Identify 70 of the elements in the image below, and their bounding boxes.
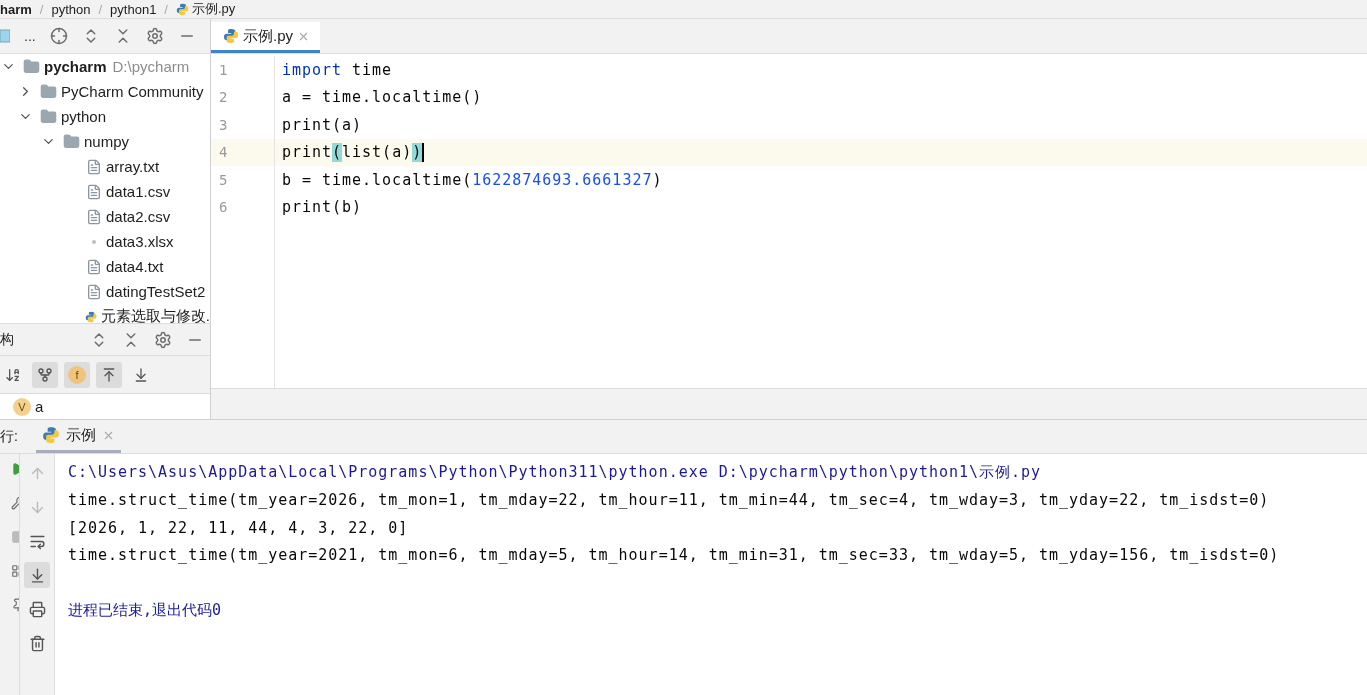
python-file-icon <box>223 28 239 44</box>
code-text: print(list(a)) <box>281 142 425 162</box>
sort-alpha-icon <box>5 366 21 383</box>
dot-icon <box>92 239 96 244</box>
tree-item[interactable]: numpy <box>0 129 210 154</box>
inherited-toggle[interactable] <box>32 361 58 388</box>
tree-item[interactable]: 元素选取与修改. <box>0 304 210 323</box>
settings-icon[interactable] <box>145 27 164 45</box>
code-text: import time <box>281 60 393 79</box>
code-text: b = time.localtime(1622874693.6661327) <box>281 170 663 189</box>
tree-item[interactable]: data1.csv <box>0 179 210 204</box>
line-number: 5 <box>218 171 229 188</box>
tree-item[interactable]: data2.csv <box>0 204 210 229</box>
code-text: print(b) <box>281 198 363 217</box>
path-separator: / <box>98 1 103 17</box>
code-text: a = time.localtime() <box>281 88 483 107</box>
panel-icon <box>0 29 10 43</box>
breadcrumb-item[interactable]: harm <box>0 1 32 17</box>
file-icon <box>86 283 102 300</box>
tree-item[interactable]: python <box>0 104 210 129</box>
file-icon <box>86 158 102 175</box>
file-icon <box>86 208 102 225</box>
arrow-up-icon <box>101 366 117 383</box>
file-icon <box>86 183 102 200</box>
settings-icon[interactable] <box>154 330 172 349</box>
panel-title: 构 <box>0 330 15 349</box>
path-separator: / <box>39 1 44 17</box>
arrow-down-icon <box>133 366 149 383</box>
locate-icon[interactable] <box>49 27 68 45</box>
editor-tab[interactable]: 示例.py <box>211 22 320 53</box>
trash-icon <box>28 634 46 652</box>
path-separator: / <box>164 1 168 17</box>
fork-icon <box>37 366 53 383</box>
folder-icon <box>63 133 80 150</box>
line-number: 3 <box>218 116 229 133</box>
breadcrumb-item[interactable]: python <box>51 1 91 17</box>
panel-title: 行: <box>0 427 18 446</box>
tree-item[interactable]: data3.xlsx <box>0 229 210 254</box>
run-tab[interactable]: 示例 <box>35 420 121 453</box>
tree-item[interactable]: data4.txt <box>0 254 210 279</box>
folder-icon <box>40 108 57 125</box>
python-file-icon <box>176 2 189 16</box>
variable-badge: V <box>13 397 31 416</box>
scroll-end-button[interactable] <box>24 562 50 588</box>
line-number: 4 <box>218 144 229 161</box>
tree-item[interactable]: pycharm D:\pycharm <box>0 54 210 79</box>
path-label: D:\pycharm <box>112 58 190 75</box>
console-line: [2026, 1, 22, 11, 44, 4, 3, 22, 0] <box>68 517 410 539</box>
tree-item[interactable]: array.txt <box>0 154 210 179</box>
up-toggle[interactable] <box>96 361 122 388</box>
console-line: time.struct_time(tm_year=2021, tm_mon=6, tm_mday=5, tm_hour=14, tm_min=31, tm_sec=33, tm_wday=5, tm_yday=156, tm_isdst=0) <box>68 545 1281 567</box>
folder-icon <box>23 58 40 75</box>
folder-icon <box>40 83 57 100</box>
console-line: 进程已结束,退出代码0 <box>68 599 223 621</box>
python-file-icon <box>41 426 60 444</box>
console-line: time.struct_time(tm_year=2026, tm_mon=1, tm_mday=22, tm_hour=11, tm_min=44, tm_sec=4, tm_wday=3, tm_yday=22, tm_isdst=0) <box>68 490 1271 512</box>
breadcrumb-item[interactable]: python1 <box>110 1 157 17</box>
structure-item[interactable]: V a <box>0 394 210 419</box>
tree-item[interactable]: PyCharm Community <box>0 79 210 104</box>
code-text: print(a) <box>281 115 363 134</box>
wrench-icon[interactable] <box>11 496 19 510</box>
breadcrumb-item[interactable]: 示例.py <box>176 0 236 18</box>
line-number: 1 <box>218 61 229 78</box>
project-view-selector[interactable]: ... <box>24 28 36 44</box>
line-number: 6 <box>218 199 229 216</box>
console-line: C:\Users\Asus\AppData\Local\Programs\Python\Python311\python.exe D:\pycharm\python\python1\示例.py <box>68 462 1042 484</box>
line-number: 2 <box>218 89 229 106</box>
printer-icon <box>28 600 46 618</box>
tree-item[interactable]: datingTestSet2 <box>0 279 210 304</box>
file-icon <box>86 258 102 275</box>
